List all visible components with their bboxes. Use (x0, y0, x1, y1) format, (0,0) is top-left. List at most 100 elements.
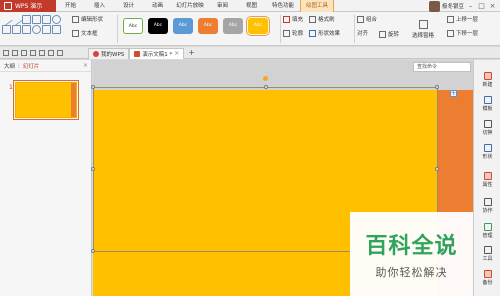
menu-tabs: 开始 插入 设计 动画 幻灯片放映 审阅 视图 特色功能 绘图工具 (56, 0, 334, 12)
resize-handle[interactable] (435, 85, 439, 89)
quick-access-toolbar (0, 49, 88, 56)
redo-icon[interactable] (57, 49, 63, 56)
new-file-icon[interactable] (3, 49, 9, 56)
paint-bucket-icon (283, 15, 290, 23)
menu-tab-review[interactable]: 审阅 (208, 0, 237, 12)
outline-button[interactable]: 轮廓 (283, 29, 303, 37)
menu-tab-design[interactable]: 设计 (114, 0, 143, 12)
rotate-button[interactable]: 旋转 (379, 30, 399, 38)
brush-icon (309, 15, 316, 23)
undo-icon[interactable] (48, 49, 54, 56)
panel-new[interactable]: 新建 (474, 72, 500, 88)
circle-shape-icon[interactable] (32, 25, 41, 34)
backup-icon (483, 270, 492, 278)
menu-tab-insert[interactable]: 插入 (85, 0, 114, 12)
edit-group: 编辑形状 文本框 (72, 15, 103, 37)
arrow-shape-icon[interactable] (12, 25, 21, 34)
wps-logo-icon (4, 1, 12, 10)
resize-handle[interactable] (91, 249, 95, 253)
close-tab-icon[interactable]: × (174, 50, 179, 57)
menu-tab-home[interactable]: 开始 (56, 0, 85, 12)
manage-icon (483, 223, 492, 231)
align-button[interactable]: 对齐 (357, 29, 377, 37)
tab-my-wps[interactable]: 我的WPS (88, 47, 130, 59)
fill-button[interactable]: 填充 (283, 15, 303, 23)
tab-outline[interactable]: 大纲 (4, 62, 15, 70)
textbox-button[interactable]: 文本框 (72, 29, 103, 37)
rounded-rectangle-shape-icon[interactable] (42, 15, 51, 24)
preview-icon[interactable] (39, 49, 45, 56)
panel-template[interactable]: 模板 (474, 96, 500, 112)
rotate-icon (379, 30, 386, 38)
print-icon[interactable] (30, 49, 36, 56)
style-option-orange[interactable]: Abc (198, 18, 218, 34)
resize-handle[interactable] (264, 85, 268, 89)
tab-slides[interactable]: 幻灯片 (23, 62, 40, 70)
panel-transition[interactable]: 切换 (474, 120, 500, 136)
avatar[interactable] (428, 0, 440, 12)
edit-shape-button[interactable]: 编辑形状 (72, 15, 103, 23)
shapes-icon (483, 144, 492, 152)
selection-pane-icon[interactable] (418, 20, 428, 29)
app-name: WPS 演示 (15, 3, 43, 10)
panel-backup[interactable]: 备份 (474, 270, 500, 286)
divider (117, 15, 118, 43)
line-shape-icon[interactable] (10, 13, 23, 26)
rectangle-shape-icon[interactable] (22, 15, 31, 24)
format-painter-button[interactable]: 格式刷 (309, 15, 340, 23)
open-folder-icon[interactable] (12, 49, 18, 56)
send-backward-icon (447, 29, 454, 37)
effects-group: 格式刷 形状效果 (309, 15, 340, 37)
selection-pane-group: 选择窗格 (412, 20, 434, 39)
close-panel-icon[interactable]: × (83, 62, 88, 69)
star-shape-icon[interactable] (52, 25, 61, 34)
tab-presentation[interactable]: 演示文稿1 * × (129, 47, 185, 59)
panel-tools[interactable]: 工具 (474, 246, 500, 262)
quick-add-icon[interactable]: + (450, 90, 457, 97)
new-tab-button[interactable]: + (184, 48, 195, 57)
menu-tab-features[interactable]: 特色功能 (266, 0, 300, 12)
menu-tab-slideshow[interactable]: 幻灯片放映 (172, 0, 208, 12)
style-option-black[interactable]: Abc (148, 18, 168, 34)
combine-button[interactable]: 组合 (357, 15, 377, 23)
shape-gallery[interactable] (0, 13, 61, 43)
panel-shapes[interactable]: 形状 (474, 144, 500, 160)
menu-tab-animation[interactable]: 动画 (143, 0, 172, 12)
panel-manage[interactable]: 管理 (474, 223, 500, 239)
ellipse-shape-icon[interactable] (52, 15, 61, 24)
selection-pane-button[interactable]: 选择窗格 (412, 31, 434, 39)
app-menu-button[interactable]: WPS 演示 (0, 0, 56, 12)
arrange-group: 组合 对齐 (357, 15, 377, 37)
close-window-button[interactable]: × (488, 2, 497, 10)
panel-properties[interactable]: 属性 (474, 172, 500, 188)
find-command-input[interactable]: 查找命令 (413, 62, 471, 72)
save-icon[interactable] (21, 49, 27, 56)
user-name[interactable]: 极冬银豆 (442, 2, 464, 10)
maximize-button[interactable]: □ (477, 2, 486, 10)
menu-tab-view[interactable]: 视图 (237, 0, 266, 12)
style-option-white[interactable]: Abc (123, 18, 143, 34)
callout-shape-icon[interactable] (42, 25, 51, 34)
properties-icon (483, 172, 492, 180)
bring-forward-icon (447, 15, 454, 23)
rotate-group: 旋转 (379, 30, 399, 38)
resize-handle[interactable] (91, 167, 95, 171)
minimize-button[interactable]: – (466, 2, 475, 10)
menu-tab-drawing-tools[interactable]: 绘图工具 (300, 0, 334, 12)
triangle-shape-icon[interactable] (2, 25, 11, 34)
rectangle-shape-icon[interactable] (32, 15, 41, 24)
title-right: 极冬银豆 – □ × (428, 0, 500, 12)
send-backward-button[interactable]: 下移一层 (447, 29, 478, 37)
shape-effects-button[interactable]: 形状效果 (309, 29, 340, 37)
resize-handle[interactable] (435, 167, 439, 171)
style-option-blue[interactable]: Abc (173, 18, 193, 34)
resize-handle[interactable] (91, 85, 95, 89)
panel-collaborate[interactable]: 协作 (474, 198, 500, 214)
rotation-handle[interactable] (263, 76, 268, 81)
style-option-gray[interactable]: Abc (223, 18, 243, 34)
arrow-shape-icon[interactable] (22, 25, 31, 34)
presentation-file-icon (134, 50, 141, 57)
slide-thumbnail[interactable] (13, 80, 79, 120)
bring-forward-button[interactable]: 上移一层 (447, 15, 478, 23)
style-option-gold[interactable]: Abc (246, 16, 270, 36)
